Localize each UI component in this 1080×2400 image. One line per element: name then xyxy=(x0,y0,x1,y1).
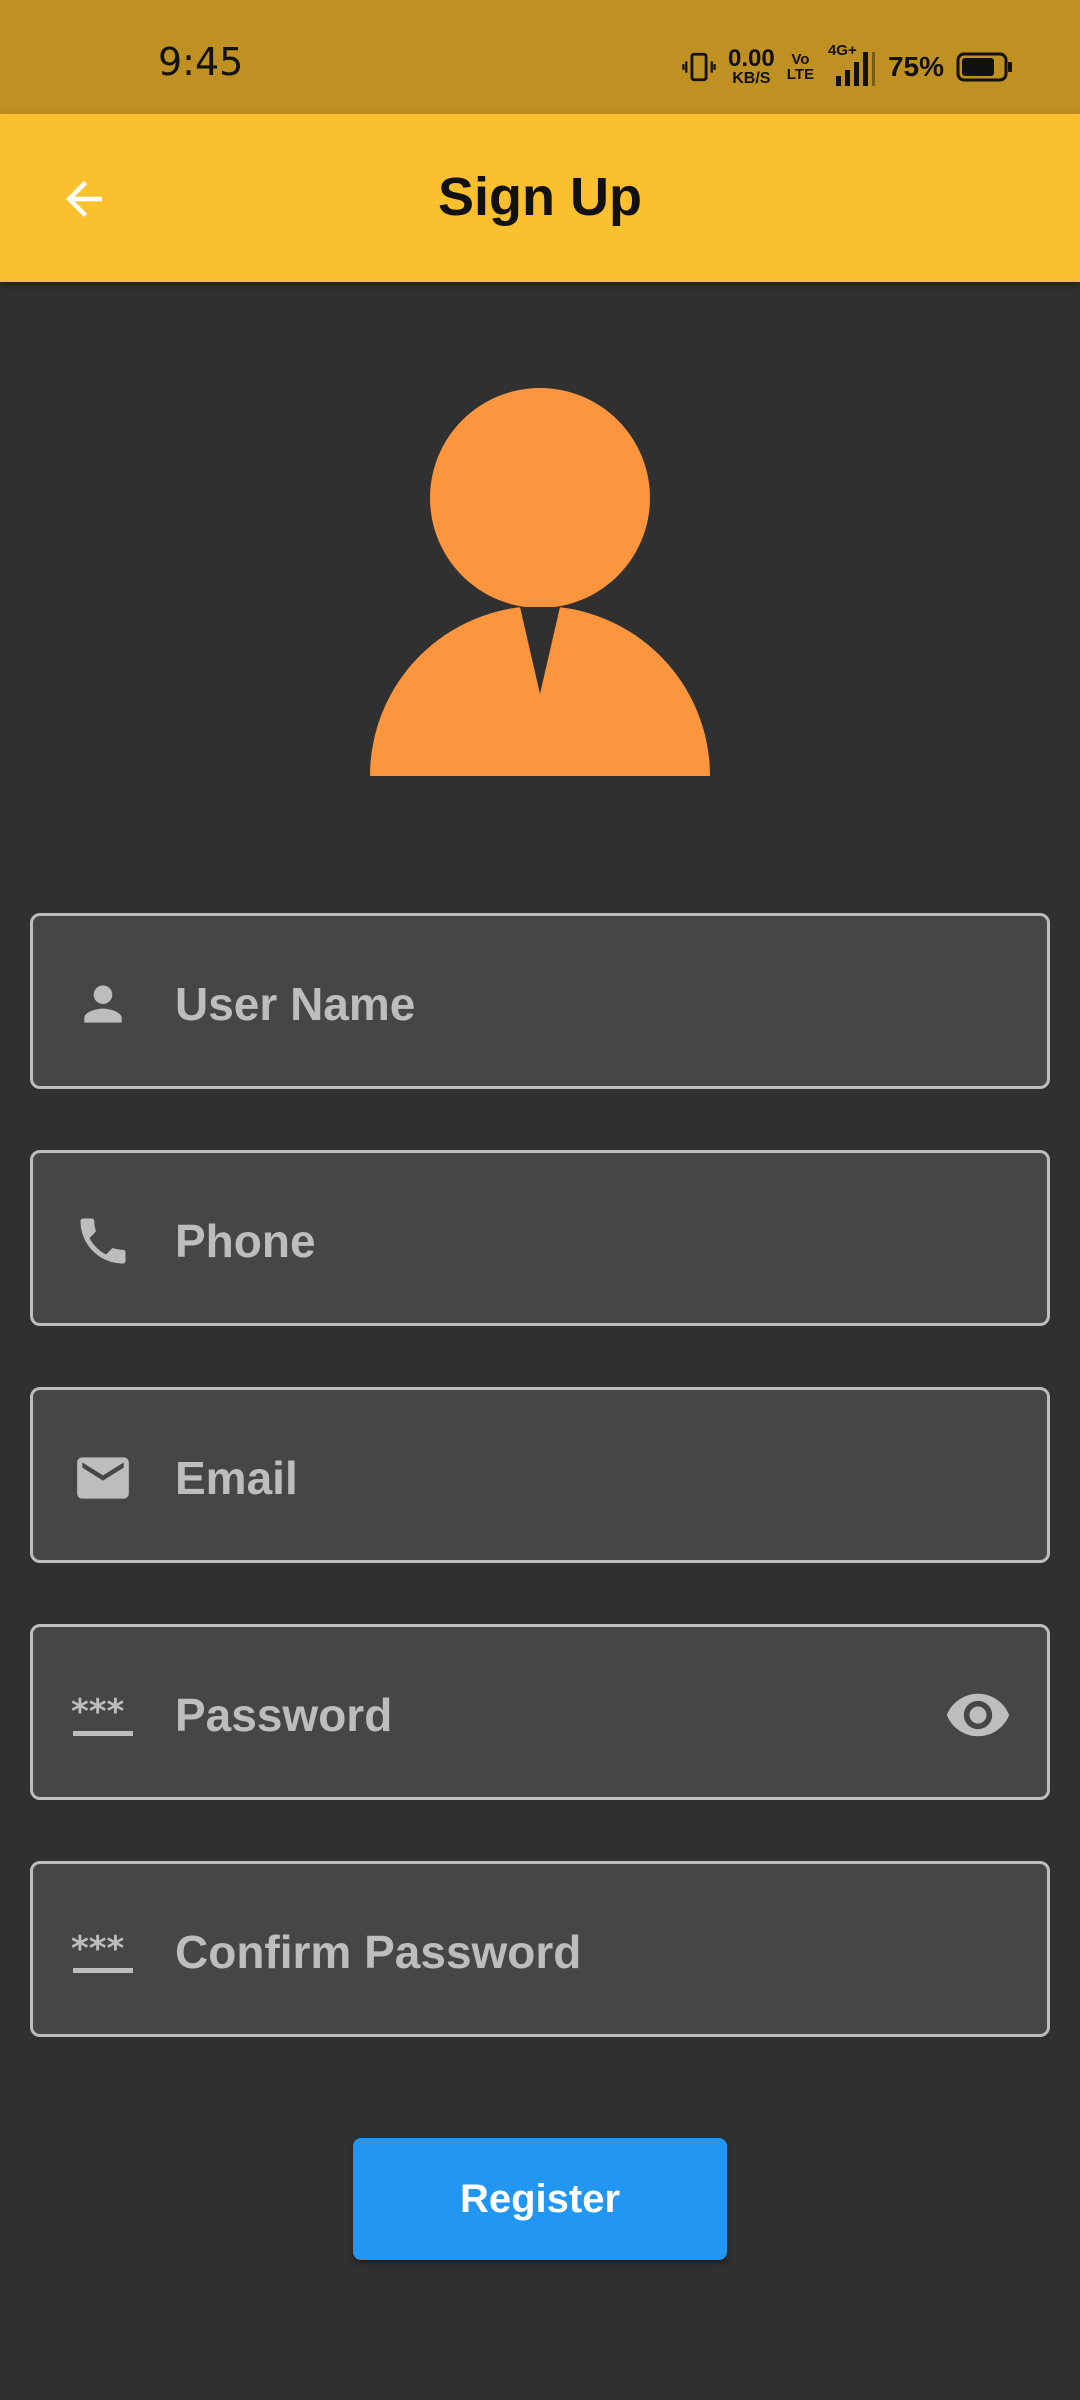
network-speed: 0.00 KB/S xyxy=(728,47,775,87)
password-icon: *** xyxy=(71,1683,135,1747)
password-input[interactable]: *** Password xyxy=(30,1624,1050,1800)
phone-input[interactable]: Phone xyxy=(30,1150,1050,1326)
username-input[interactable]: User Name xyxy=(30,913,1050,1089)
battery-percent: 75% xyxy=(887,51,944,82)
phone-label: Phone xyxy=(175,1215,316,1267)
email-icon xyxy=(71,1446,135,1510)
email-input[interactable]: Email xyxy=(30,1387,1050,1563)
user-avatar-icon xyxy=(370,388,710,776)
page-title: Sign Up xyxy=(438,167,642,227)
svg-text:***: *** xyxy=(71,1929,125,1969)
network-speed-unit: KB/S xyxy=(732,70,771,87)
confirm-password-input[interactable]: *** Confirm Password xyxy=(30,1861,1050,2037)
phone-icon xyxy=(71,1209,135,1273)
register-button[interactable]: Register xyxy=(353,2138,727,2260)
cell-signal: 4G+ xyxy=(826,42,876,88)
status-bar: 9:45 0.00 KB/S Vo LTE 4G+ 75% xyxy=(0,0,1080,114)
vibrate-icon xyxy=(682,52,716,82)
battery-icon xyxy=(956,52,1012,82)
person-icon xyxy=(71,972,135,1036)
volte-indicator: Vo LTE xyxy=(787,52,814,82)
volte-top: Vo xyxy=(791,51,810,68)
network-speed-value: 0.00 xyxy=(728,45,775,72)
status-time: 9:45 xyxy=(158,40,244,84)
confirm-password-label: Confirm Password xyxy=(175,1926,582,1978)
password-icon: *** xyxy=(71,1920,135,1984)
email-label: Email xyxy=(175,1452,298,1504)
volte-bottom: LTE xyxy=(786,66,814,83)
username-label: User Name xyxy=(175,978,416,1030)
status-icons: 0.00 KB/S Vo LTE 4G+ 75% xyxy=(682,42,1014,90)
app-bar: Sign Up xyxy=(0,114,1080,282)
signal-icon xyxy=(835,52,875,86)
password-label: Password xyxy=(175,1689,393,1741)
eye-icon[interactable] xyxy=(943,1683,1013,1747)
svg-text:***: *** xyxy=(71,1692,125,1732)
